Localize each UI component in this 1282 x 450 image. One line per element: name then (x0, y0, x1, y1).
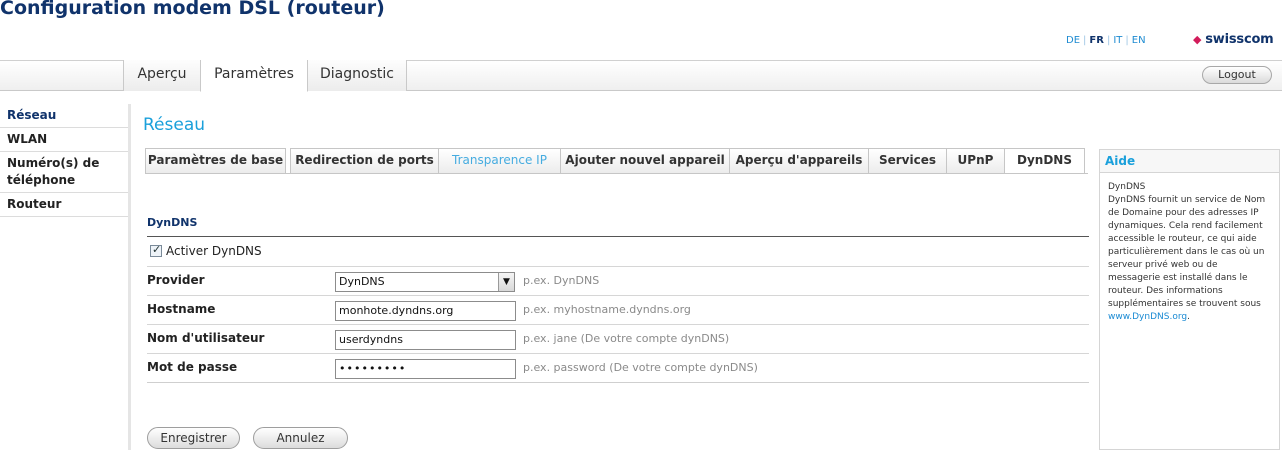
subtab-ajouter-appareil[interactable]: Ajouter nouvel appareil (560, 148, 730, 173)
subtab-apercu-appareils[interactable]: Aperçu d'appareils (729, 148, 869, 173)
hostname-hint: p.ex. myhostname.dyndns.org (523, 303, 691, 316)
lang-it-link[interactable]: IT (1113, 35, 1122, 46)
main-nav: Aperçu Paramètres Diagnostic Logout (0, 60, 1282, 92)
page-title: Configuration modem DSL (routeur) (0, 0, 385, 19)
password-label: Mot de passe (147, 360, 238, 374)
help-panel: Aide DynDNS DynDNS fournit un service de… (1099, 149, 1280, 450)
lang-separator: | (1125, 35, 1129, 46)
save-button[interactable]: Enregistrer (147, 427, 240, 449)
tab-parametres[interactable]: Paramètres (200, 60, 308, 92)
provider-label: Provider (147, 273, 205, 287)
password-row: Mot de passe ••••••••• p.ex. password (D… (147, 353, 1089, 382)
provider-row: Provider DynDNS ▼ p.ex. DynDNS (147, 266, 1089, 295)
enable-dyndns-label: Activer DynDNS (166, 244, 262, 258)
provider-value: DynDNS (339, 275, 385, 288)
sidebar-item-numeros[interactable]: Numéro(s) de téléphone (0, 152, 128, 193)
subtab-dyndns[interactable]: DynDNS (1004, 148, 1085, 174)
form-bottom-divider (147, 382, 1089, 383)
tab-apercu[interactable]: Aperçu (123, 60, 201, 91)
username-input[interactable]: userdyndns (335, 330, 516, 350)
password-hint: p.ex. password (De votre compte dynDNS) (523, 361, 758, 374)
password-input[interactable]: ••••••••• (335, 359, 516, 379)
subtabs-divider (145, 173, 1088, 174)
help-text-tail: . (1187, 312, 1190, 322)
lang-separator: | (1106, 35, 1111, 46)
help-heading: DynDNS (1108, 182, 1146, 192)
form-title-divider (147, 236, 1089, 237)
help-text: DynDNS fournit un service de Nom de Doma… (1108, 195, 1266, 309)
swisscom-logo: ◆ swisscom (1193, 32, 1274, 47)
provider-hint: p.ex. DynDNS (523, 274, 600, 287)
sidebar-item-routeur[interactable]: Routeur (0, 193, 128, 217)
form-title: DynDNS (147, 216, 198, 229)
swisscom-lifeform-icon: ◆ (1193, 33, 1202, 46)
enable-dyndns-checkbox[interactable] (150, 243, 162, 257)
subtab-transparence-ip[interactable]: Transparence IP (438, 148, 561, 173)
subtab-services[interactable]: Services (868, 148, 947, 173)
enable-dyndns-row[interactable]: Activer DynDNS (150, 243, 262, 258)
brand-name: swisscom (1205, 32, 1274, 47)
username-row: Nom d'utilisateur userdyndns p.ex. jane … (147, 324, 1089, 353)
subtab-redirection-de-ports[interactable]: Redirection de ports (290, 148, 439, 173)
lang-de-link[interactable]: DE (1066, 35, 1080, 46)
sidebar-item-wlan[interactable]: WLAN (0, 128, 128, 152)
lang-en-link[interactable]: EN (1132, 35, 1146, 46)
hostname-input[interactable]: monhote.dyndns.org (335, 301, 516, 321)
hostname-row: Hostname monhote.dyndns.org p.ex. myhost… (147, 295, 1089, 324)
chevron-down-icon[interactable]: ▼ (498, 273, 514, 291)
lang-separator: | (1083, 35, 1087, 46)
provider-select[interactable]: DynDNS ▼ (335, 272, 515, 292)
section-title: Réseau (143, 115, 206, 135)
sidebar-item-reseau[interactable]: Réseau (0, 104, 128, 128)
language-switcher: DE | FR | IT | EN (1066, 35, 1146, 46)
lang-fr-link[interactable]: FR (1089, 35, 1104, 46)
tab-diagnostic[interactable]: Diagnostic (307, 60, 407, 91)
help-body: DynDNS DynDNS fournit un service de Nom … (1100, 173, 1279, 324)
username-label: Nom d'utilisateur (147, 331, 265, 345)
logout-button[interactable]: Logout (1202, 66, 1272, 84)
help-title: Aide (1100, 150, 1279, 173)
help-dyndns-link[interactable]: www.DynDNS.org (1108, 312, 1187, 322)
hostname-label: Hostname (147, 302, 216, 316)
username-hint: p.ex. jane (De votre compte dynDNS) (523, 332, 730, 345)
sub-tabs: Paramètres de base Redirection de ports … (145, 148, 1085, 174)
subtab-parametres-de-base[interactable]: Paramètres de base (145, 148, 286, 173)
cancel-button[interactable]: Annulez (253, 427, 348, 449)
subtab-upnp[interactable]: UPnP (946, 148, 1005, 173)
sidebar: Réseau WLAN Numéro(s) de téléphone Route… (0, 104, 131, 450)
